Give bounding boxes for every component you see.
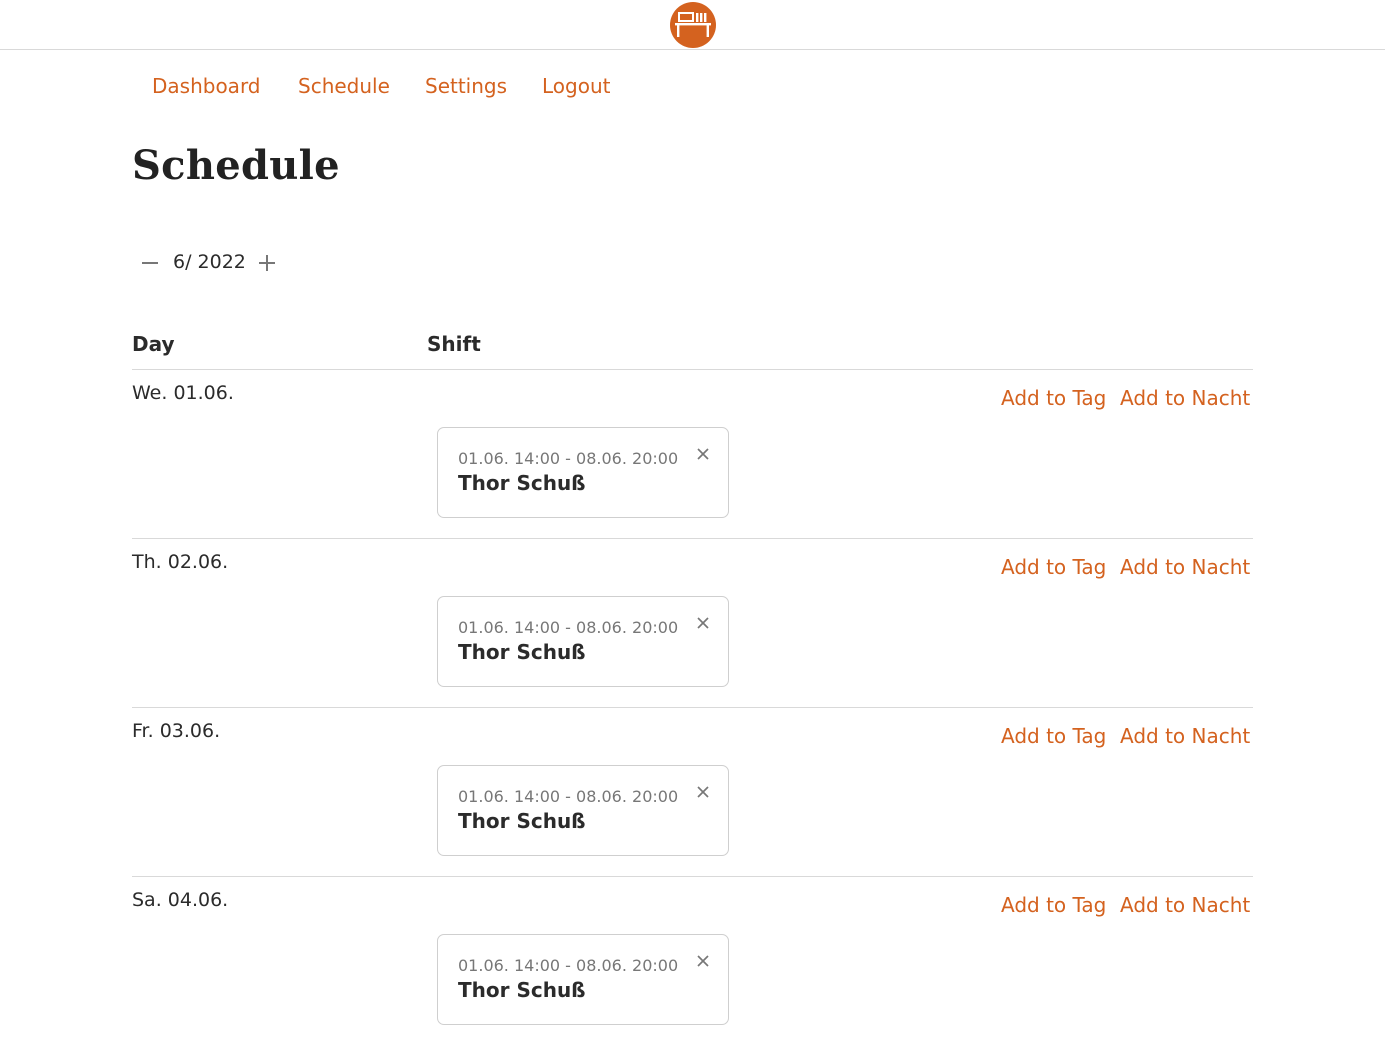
shift-card[interactable]: 01.06. 14:00 - 08.06. 20:00 Thor Schuß <box>437 765 729 856</box>
close-icon[interactable] <box>696 784 710 798</box>
nav-settings-link[interactable]: Settings <box>425 74 507 98</box>
add-to-nacht-link[interactable]: Add to Nacht <box>1120 555 1250 579</box>
day-label: Th. 02.06. <box>132 551 229 573</box>
column-header-shift: Shift <box>427 332 481 356</box>
current-month: 6/ 2022 <box>173 251 246 273</box>
close-icon[interactable] <box>696 953 710 967</box>
close-icon[interactable] <box>696 446 710 460</box>
table-row: Th. 02.06. Add to Tag Add to Nacht 01.06… <box>132 538 1253 707</box>
shift-person: Thor Schuß <box>458 978 586 1002</box>
add-to-tag-link[interactable]: Add to Tag <box>1001 724 1106 748</box>
day-label: We. 01.06. <box>132 382 234 404</box>
shift-time: 01.06. 14:00 - 08.06. 20:00 <box>458 787 679 806</box>
plus-icon[interactable] <box>257 248 279 278</box>
day-label: Fr. 03.06. <box>132 720 221 742</box>
add-to-nacht-link[interactable]: Add to Nacht <box>1120 386 1250 410</box>
add-to-tag-link[interactable]: Add to Tag <box>1001 386 1106 410</box>
table-row: We. 01.06. Add to Tag Add to Nacht 01.06… <box>132 369 1253 538</box>
nav-dashboard-link[interactable]: Dashboard <box>152 74 261 98</box>
add-to-nacht-link[interactable]: Add to Nacht <box>1120 893 1250 917</box>
schedule-table: We. 01.06. Add to Tag Add to Nacht 01.06… <box>132 369 1253 1045</box>
nav-logout-link[interactable]: Logout <box>542 74 610 98</box>
day-label: Sa. 04.06. <box>132 889 229 911</box>
shift-card[interactable]: 01.06. 14:00 - 08.06. 20:00 Thor Schuß <box>437 427 729 518</box>
desk-logo-icon[interactable] <box>670 2 716 48</box>
shift-person: Thor Schuß <box>458 809 586 833</box>
shift-card[interactable]: 01.06. 14:00 - 08.06. 20:00 Thor Schuß <box>437 596 729 687</box>
column-header-day: Day <box>132 332 175 356</box>
add-to-tag-link[interactable]: Add to Tag <box>1001 893 1106 917</box>
table-row: Sa. 04.06. Add to Tag Add to Nacht 01.06… <box>132 876 1253 1045</box>
top-bar <box>0 0 1385 50</box>
add-to-tag-link[interactable]: Add to Tag <box>1001 555 1106 579</box>
shift-person: Thor Schuß <box>458 640 586 664</box>
shift-time: 01.06. 14:00 - 08.06. 20:00 <box>458 618 679 637</box>
shift-time: 01.06. 14:00 - 08.06. 20:00 <box>458 449 679 468</box>
close-icon[interactable] <box>696 615 710 629</box>
add-to-nacht-link[interactable]: Add to Nacht <box>1120 724 1250 748</box>
shift-person: Thor Schuß <box>458 471 586 495</box>
nav-schedule-link[interactable]: Schedule <box>298 74 390 98</box>
shift-card[interactable]: 01.06. 14:00 - 08.06. 20:00 Thor Schuß <box>437 934 729 1025</box>
shift-time: 01.06. 14:00 - 08.06. 20:00 <box>458 956 679 975</box>
page-title: Schedule <box>132 142 340 189</box>
table-row: Fr. 03.06. Add to Tag Add to Nacht 01.06… <box>132 707 1253 876</box>
minus-icon[interactable] <box>140 248 162 278</box>
